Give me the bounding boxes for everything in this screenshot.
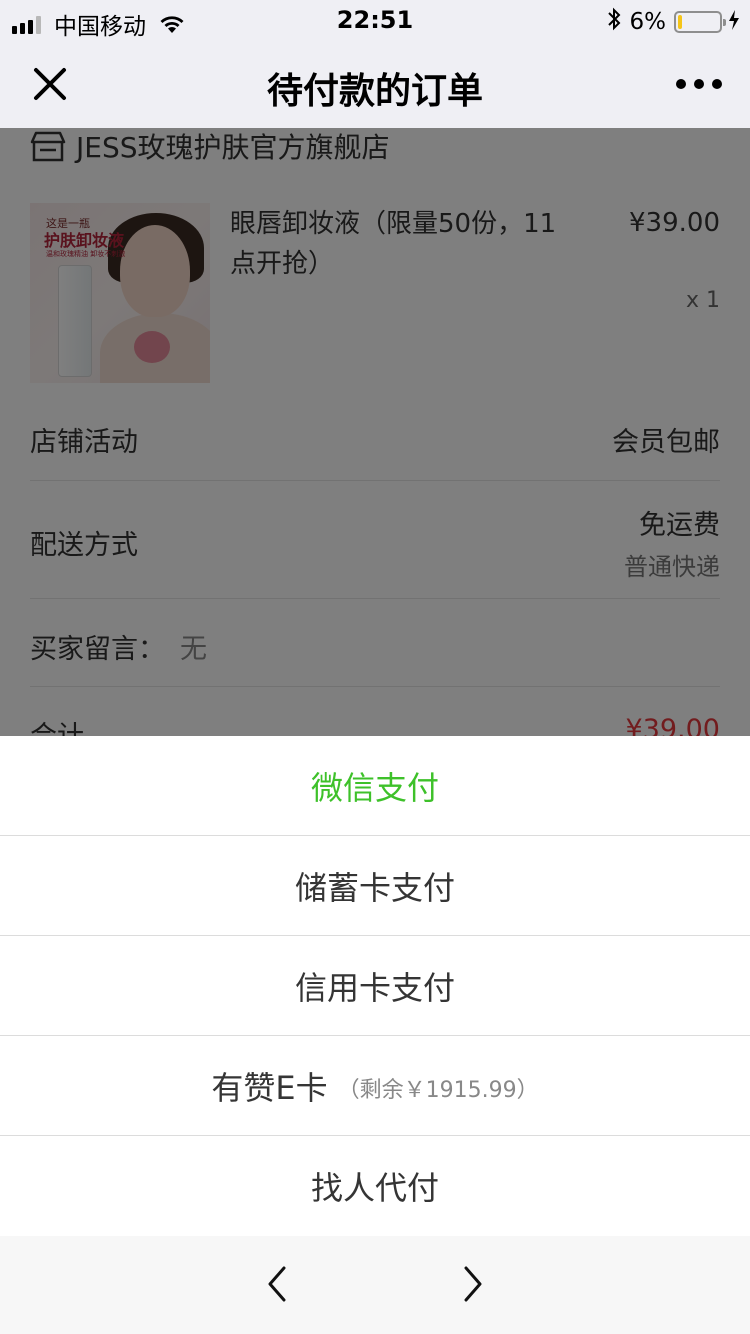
more-icon[interactable] xyxy=(676,66,722,102)
battery-icon xyxy=(674,11,726,33)
pay-option-youzan-ecard[interactable]: 有赞E卡 （剩余￥1915.99） xyxy=(0,1036,750,1136)
status-bar: 中国移动 22:51 6% xyxy=(0,0,750,40)
ecard-remaining-balance: （剩余￥1915.99） xyxy=(337,1077,539,1103)
pay-option-label: 微信支付 xyxy=(310,768,439,807)
pay-option-label: 储蓄卡支付 xyxy=(294,868,455,907)
battery-percent: 6% xyxy=(629,9,667,35)
charging-icon xyxy=(728,9,740,35)
pay-option-ask-friend[interactable]: 找人代付 xyxy=(0,1136,750,1236)
page-title: 待付款的订单 xyxy=(266,71,483,112)
pay-option-label: 信用卡支付 xyxy=(294,968,455,1007)
navigation-bar: 待付款的订单 xyxy=(0,40,750,128)
payment-action-sheet: 微信支付 储蓄卡支付 信用卡支付 有赞E卡 （剩余￥1915.99） 找人代付 xyxy=(0,736,750,1334)
pay-option-wechat[interactable]: 微信支付 xyxy=(0,736,750,836)
pay-option-label: 有赞E卡 xyxy=(211,1068,328,1107)
back-arrow-icon[interactable] xyxy=(258,1264,298,1304)
forward-arrow-icon[interactable] xyxy=(452,1264,492,1304)
pay-option-debit-card[interactable]: 储蓄卡支付 xyxy=(0,836,750,936)
browser-toolbar xyxy=(0,1236,750,1334)
bluetooth-icon xyxy=(606,7,622,37)
status-bar-right: 6% xyxy=(606,7,741,37)
battery-level xyxy=(678,15,682,29)
pay-option-label: 找人代付 xyxy=(310,1169,439,1207)
pay-option-credit-card[interactable]: 信用卡支付 xyxy=(0,936,750,1036)
